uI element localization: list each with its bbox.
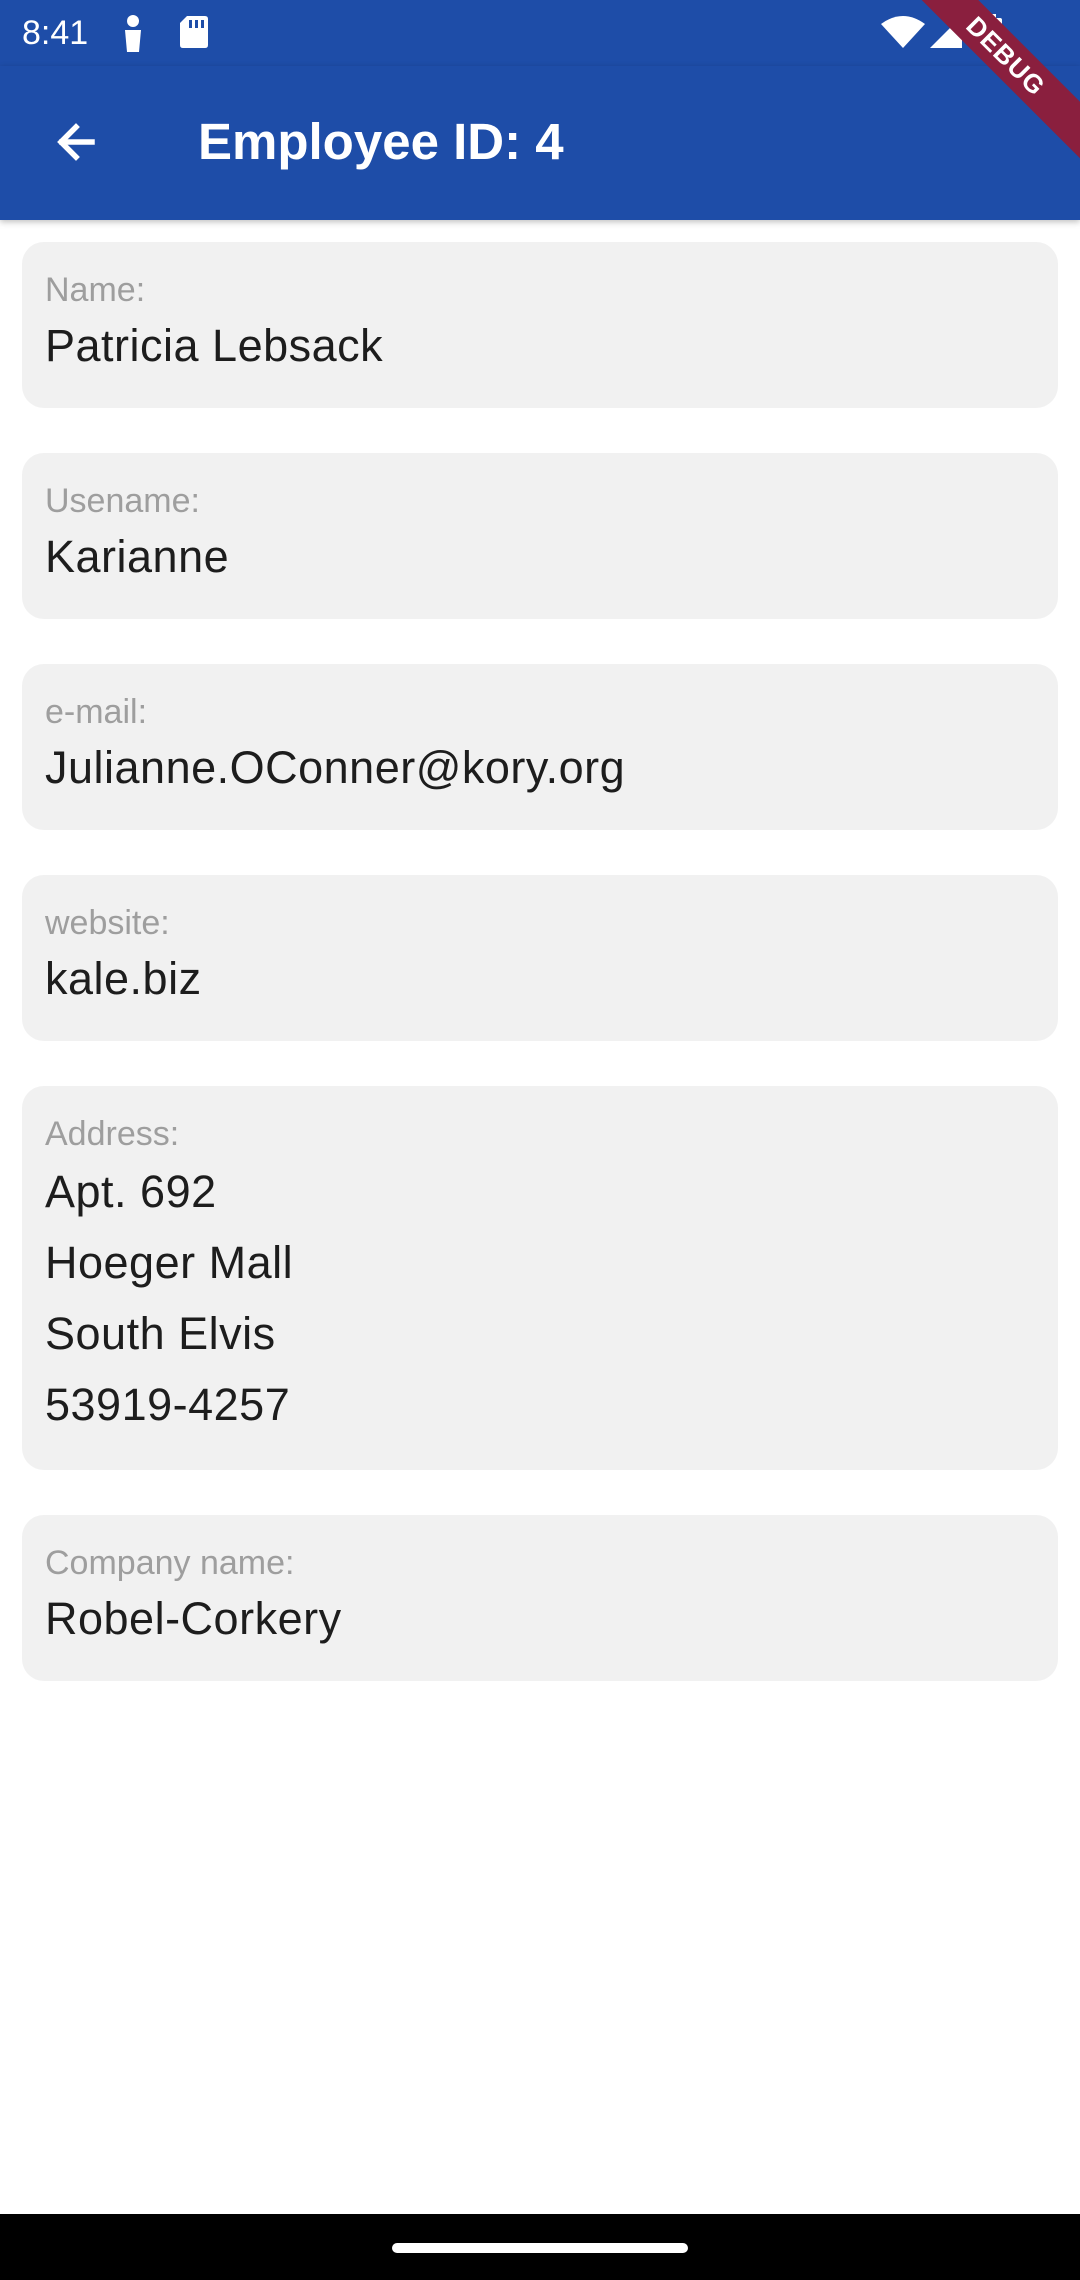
address-line-street: Hoeger Mall — [45, 1237, 294, 1288]
company-value: Robel-Corkery — [45, 1593, 342, 1644]
email-card: e-mail: Julianne.OConner@kory.org — [22, 664, 1058, 830]
company-label: Company name: — [45, 1544, 295, 1582]
address-label: Address: — [45, 1115, 180, 1153]
employee-details: Name: Patricia Lebsack Usename: Karianne… — [0, 242, 1080, 1726]
username-label: Usename: — [45, 482, 200, 520]
status-time: 8:41 — [22, 14, 89, 52]
page-title: Employee ID: 4 — [198, 113, 564, 170]
name-value: Patricia Lebsack — [45, 320, 384, 371]
name-card: Name: Patricia Lebsack — [22, 242, 1058, 408]
app-bar: Employee ID: 4 — [0, 66, 1080, 220]
wifi-icon — [880, 14, 926, 55]
person-icon — [118, 14, 148, 57]
address-card: Address: Apt. 692 Hoeger Mall South Elvi… — [22, 1086, 1058, 1470]
website-card: website: kale.biz — [22, 875, 1058, 1041]
email-value: Julianne.OConner@kory.org — [45, 742, 626, 793]
username-value: Karianne — [45, 531, 230, 582]
battery-icon — [980, 14, 1004, 57]
username-card: Usename: Karianne — [22, 453, 1058, 619]
arrow-back-icon — [52, 118, 100, 171]
signal-icon — [928, 14, 964, 55]
website-label: website: — [45, 904, 170, 942]
address-line-apartment: Apt. 692 — [45, 1166, 217, 1217]
sd-card-icon — [178, 14, 210, 55]
website-value: kale.biz — [45, 953, 202, 1004]
email-label: e-mail: — [45, 693, 148, 731]
company-card: Company name: Robel-Corkery — [22, 1515, 1058, 1681]
back-button[interactable] — [36, 104, 116, 184]
address-lines: Apt. 692 Hoeger Mall South Elvis 53919-4… — [45, 1156, 1035, 1440]
address-line-city: South Elvis — [45, 1308, 276, 1359]
address-line-zipcode: 53919-4257 — [45, 1379, 291, 1430]
system-nav-bar — [0, 2214, 1080, 2280]
status-bar: 8:41 — [0, 0, 1080, 66]
name-label: Name: — [45, 271, 146, 309]
home-indicator[interactable] — [392, 2243, 688, 2253]
